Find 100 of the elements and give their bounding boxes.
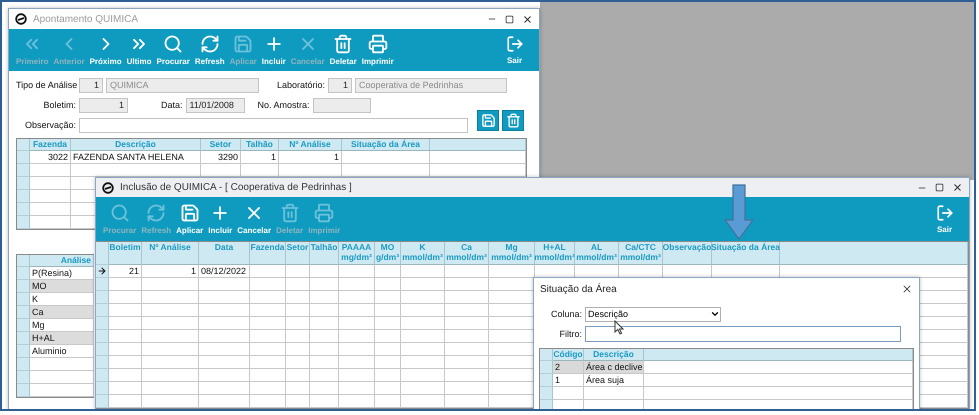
table-cell	[339, 330, 375, 343]
code-field[interactable]: 1	[328, 78, 352, 92]
save-button[interactable]	[477, 110, 499, 130]
column-header[interactable]: H+AL mmol/dm³	[535, 242, 575, 265]
app-logo-icon	[102, 182, 114, 194]
table-cell	[339, 382, 375, 395]
printer-icon	[368, 34, 388, 54]
column-header[interactable]: Setor	[286, 242, 310, 265]
exit-button[interactable]: Sair	[932, 204, 957, 234]
column-header[interactable]: Nº Análise	[142, 242, 199, 265]
toolbar-button[interactable]: Incluir	[260, 34, 287, 66]
analysis-item[interactable]: Mg	[30, 319, 94, 332]
column-header[interactable]: Boletim	[109, 242, 142, 265]
column-header[interactable]: Descrição	[584, 349, 644, 361]
field-label: Filtro:	[558, 329, 582, 339]
column-header[interactable]: Fazenda	[250, 242, 286, 265]
toolbar-button[interactable]: Incluir	[207, 203, 234, 235]
dropdown-caret-icon	[710, 309, 720, 319]
maximize-icon[interactable]	[935, 183, 944, 192]
table-cell	[339, 265, 375, 278]
column-header[interactable]: Situação da Área	[712, 242, 780, 265]
column-header[interactable]: AL mmol/dm³	[575, 242, 619, 265]
column-header[interactable]: Nº Análise	[279, 139, 342, 151]
date-field[interactable]: 11/01/2008	[186, 98, 245, 112]
table-cell	[401, 278, 445, 291]
table-cell	[199, 369, 250, 382]
column-header[interactable]: PAAAA mg/dm³	[339, 242, 375, 265]
filter-field[interactable]	[585, 326, 901, 342]
analysis-item[interactable]: P(Resina)	[30, 267, 94, 280]
table-cell	[199, 356, 250, 369]
column-header[interactable]: K mmol/dm³	[401, 242, 445, 265]
close-button[interactable]	[901, 283, 913, 295]
table-cell	[445, 304, 489, 317]
table-cell	[375, 369, 401, 382]
analysis-item[interactable]: Aluminio	[30, 345, 94, 358]
observation-field[interactable]	[79, 118, 468, 132]
toolbar-button[interactable]: Deletar	[328, 34, 358, 66]
table-cell	[401, 291, 445, 304]
close-icon[interactable]	[522, 14, 533, 24]
column-header[interactable]: Descrição	[71, 139, 201, 151]
toolbar-button[interactable]: Aplicar	[175, 203, 204, 235]
toolbar-button[interactable]: Ultimo	[126, 34, 152, 66]
bulletin-field[interactable]: 1	[79, 98, 128, 112]
column-header[interactable]: Talhão	[310, 242, 339, 265]
column-header[interactable]: Ca/CTC mmol/dm³	[619, 242, 663, 265]
column-select[interactable]: Descrição	[585, 306, 721, 322]
column-header[interactable]	[430, 139, 526, 151]
table-cell[interactable]: 2	[553, 361, 584, 374]
toolbar-button[interactable]: Refresh	[194, 34, 226, 66]
column-header[interactable]: Data	[199, 242, 250, 265]
sample-field[interactable]	[312, 98, 371, 112]
column-header[interactable]: Observação	[663, 242, 712, 265]
table-cell	[199, 291, 250, 304]
analysis-item[interactable]: K	[30, 293, 94, 306]
column-header[interactable]: Talhão	[241, 139, 279, 151]
column-header[interactable]: Ca mmol/dm³	[445, 242, 489, 265]
toolbar-button[interactable]: Cancelar	[236, 203, 272, 235]
column-header[interactable]: Fazenda	[30, 139, 71, 151]
analysis-item[interactable]: MO	[30, 280, 94, 293]
table-cell	[250, 356, 286, 369]
table-cell	[401, 369, 445, 382]
table-cell[interactable]: Área c declive	[584, 361, 644, 374]
table-cell	[310, 330, 339, 343]
table-cell: 1	[279, 151, 342, 164]
analysis-item[interactable]: H+AL	[30, 332, 94, 345]
close-icon[interactable]	[952, 182, 963, 193]
toolbar-button[interactable]: Próximo	[88, 34, 123, 66]
table-cell	[142, 382, 199, 395]
delete-button[interactable]	[502, 110, 524, 130]
table-cell[interactable]: Área suja	[584, 374, 644, 387]
table-cell	[250, 317, 286, 330]
column-header[interactable]: Mg mmol/dm³	[489, 242, 535, 265]
column-header[interactable]: Análise	[30, 255, 94, 267]
toolbar-button[interactable]: Procurar	[156, 34, 191, 66]
exit-button[interactable]: Sair	[502, 35, 527, 65]
analysis-item[interactable]: Ca	[30, 306, 94, 319]
table-cell	[250, 382, 286, 395]
name-field[interactable]: QUIMICA	[106, 78, 259, 92]
code-field[interactable]: 1	[79, 78, 103, 92]
name-field[interactable]: Cooperativa de Pedrinhas	[355, 78, 508, 92]
toolbar-button[interactable]: Imprimir	[360, 34, 395, 66]
column-header[interactable]: Situação da Área	[342, 139, 430, 151]
app-logo-icon	[15, 13, 27, 25]
table-cell[interactable]: 1	[553, 374, 584, 387]
column-header[interactable]: Código	[553, 349, 584, 361]
table-cell	[375, 343, 401, 356]
table-cell	[310, 304, 339, 317]
table-cell	[401, 265, 445, 278]
table-cell	[339, 343, 375, 356]
field-label: Tipo de Análise	[16, 80, 76, 90]
column-header[interactable]: MO g/dm³	[375, 242, 401, 265]
table-cell	[310, 343, 339, 356]
table-cell	[142, 278, 199, 291]
column-header[interactable]: Setor	[201, 139, 241, 151]
table-cell	[310, 317, 339, 330]
maximize-icon[interactable]	[505, 14, 514, 24]
column-header[interactable]	[644, 349, 913, 361]
table-cell	[109, 304, 142, 317]
exit-icon	[936, 204, 954, 222]
column-header[interactable]	[780, 242, 968, 265]
